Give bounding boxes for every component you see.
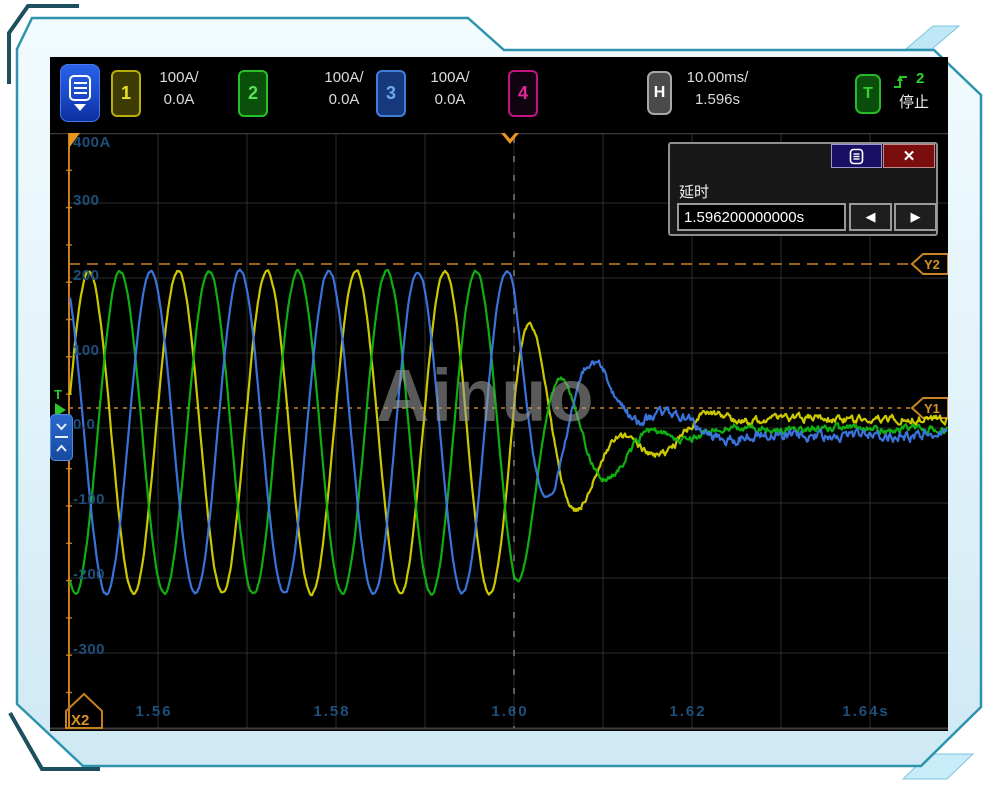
main-menu-button[interactable] [60, 64, 100, 122]
channel-3-button[interactable]: 3 [376, 70, 406, 117]
cursor-y1-label: Y1 [924, 401, 940, 416]
trigger-level-label: T [54, 387, 62, 402]
watermark: Ainuo [376, 353, 596, 438]
y-axis-label: -200 [73, 566, 105, 583]
x-axis-label: 1.58 [313, 703, 350, 720]
dialog-close-button[interactable]: ✕ [883, 144, 935, 168]
close-icon: ✕ [903, 147, 916, 165]
channel-4-button[interactable]: 4 [508, 70, 538, 117]
y-axis-label: -300 [73, 641, 105, 658]
x-axis-label: 1.64s [842, 703, 890, 720]
delay-dialog: ✕ 延时 ◀ ▶ [668, 142, 938, 236]
frame-accent-top-right [906, 26, 959, 49]
trigger-button[interactable]: T [855, 74, 881, 114]
vertical-position-handle[interactable] [50, 414, 73, 461]
channel-3-readout: 100A/ 0.0A [415, 67, 485, 111]
cursor-x2-label: X2 [71, 712, 89, 729]
scope-screen: 1 100A/ 0.0A 2 100A/ 0.0A 3 100A/ 0.0A 4… [50, 57, 948, 731]
menu-list-icon [69, 75, 91, 101]
x-axis-label: 1.56 [135, 703, 172, 720]
x-axis-label: 1.62 [669, 703, 706, 720]
channel-1-offset: 0.0A [144, 89, 214, 111]
channel-2-scale: 100A/ [309, 67, 379, 89]
channel-2-readout: 100A/ 0.0A [309, 67, 379, 111]
channel-1-button[interactable]: 1 [111, 70, 141, 117]
left-arrow-icon: ◀ [866, 209, 876, 225]
y-axis-label: 100 [73, 342, 100, 359]
collapse-arrows-icon [51, 415, 72, 460]
channel-1-scale: 100A/ [144, 67, 214, 89]
y-axis-label: 200 [73, 267, 100, 284]
channel-2-offset: 0.0A [309, 89, 379, 111]
increment-button[interactable]: ▶ [894, 203, 937, 231]
run-status: 停止 [899, 91, 929, 112]
horizontal-button[interactable]: H [647, 71, 672, 115]
delay-value-input[interactable] [677, 203, 846, 231]
dialog-menu-button[interactable] [831, 144, 882, 168]
menu-list-icon [849, 148, 864, 165]
x-axis-label: 1.60 [491, 703, 528, 720]
channel-1-readout: 100A/ 0.0A [144, 67, 214, 111]
trigger-source: 2 [916, 70, 924, 87]
y-axis-label: 400A [73, 134, 111, 151]
toolbar: 1 100A/ 0.0A 2 100A/ 0.0A 3 100A/ 0.0A 4… [50, 57, 948, 133]
channel-3-offset: 0.0A [415, 89, 485, 111]
horizontal-readout: 10.00ms/ 1.596s [675, 67, 760, 111]
y-axis-label: -100 [73, 491, 105, 508]
decrement-button[interactable]: ◀ [849, 203, 892, 231]
y-axis-label: 0.0 [73, 416, 95, 433]
channel-2-button[interactable]: 2 [238, 70, 268, 117]
channel-3-scale: 100A/ [415, 67, 485, 89]
chevron-down-icon [74, 104, 86, 111]
right-arrow-icon: ▶ [911, 209, 921, 225]
oscilloscope-app: 1 100A/ 0.0A 2 100A/ 0.0A 3 100A/ 0.0A 4… [0, 0, 1000, 786]
rising-edge-trigger-icon [892, 72, 909, 91]
horizontal-position: 1.596s [675, 89, 760, 111]
cursor-y2-label: Y2 [924, 257, 940, 272]
horizontal-scale: 10.00ms/ [675, 67, 760, 89]
y-axis-label: 300 [73, 192, 100, 209]
dialog-title: 延时 [679, 181, 709, 202]
